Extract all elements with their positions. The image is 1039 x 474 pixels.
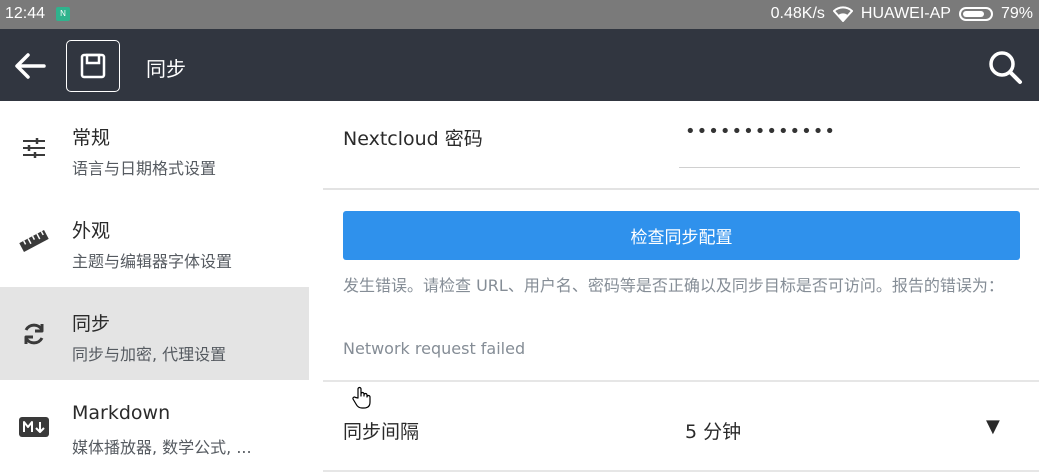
nextcloud-password-field[interactable]: •••••••••••••: [685, 121, 836, 142]
check-sync-config-button[interactable]: 检查同步配置: [343, 211, 1020, 260]
sync-interval-label: 同步间隔: [343, 421, 420, 443]
sync-settings-panel: Nextcloud 密码 ••••••••••••• 检查同步配置 发生错误。请…: [323, 101, 1039, 474]
markdown-icon: [18, 413, 50, 441]
error-message: 发生错误。请检查 URL、用户名、密码等是否正确以及同步目标是否可访问。报告的错…: [343, 276, 1004, 295]
nextcloud-password-row: Nextcloud 密码 •••••••••••••: [323, 101, 1039, 190]
ruler-icon: [18, 227, 50, 255]
sidebar-item-appearance[interactable]: 外观 主题与编辑器字体设置: [0, 194, 309, 287]
nextcloud-password-label: Nextcloud 密码: [343, 128, 483, 150]
sidebar-item-desc: 媒体播放器, 数学公式, ...: [72, 438, 252, 457]
sync-interval-row[interactable]: 同步间隔 5 分钟 ▼: [323, 382, 1039, 472]
sidebar-item-label: 常规: [72, 127, 111, 149]
sidebar-item-label: 外观: [72, 220, 111, 242]
sidebar-item-label: Markdown: [72, 402, 171, 424]
arrow-left-icon[interactable]: [12, 49, 48, 83]
search-icon[interactable]: [986, 49, 1024, 85]
wifi-icon: [832, 6, 853, 22]
status-bar: 12:44 N 0.48K/s HUAWEI-AP 79%: [0, 0, 1039, 29]
floppy-disk-icon: [80, 53, 106, 79]
page-title: 同步: [146, 57, 186, 81]
sidebar-item-desc: 同步与加密, 代理设置: [72, 345, 227, 364]
sidebar-item-desc: 语言与日期格式设置: [72, 159, 217, 178]
sync-interval-select[interactable]: 5 分钟: [685, 417, 741, 444]
divider: [323, 470, 1039, 472]
notification-icon: N: [56, 7, 70, 21]
toolbar: 同步: [0, 29, 1039, 101]
sidebar-item-label: 同步: [72, 313, 111, 335]
sync-icon: [18, 320, 50, 348]
sliders-icon: [18, 134, 50, 162]
sidebar-item-markdown[interactable]: Markdown 媒体播放器, 数学公式, ...: [0, 380, 309, 473]
battery-percent: 79%: [1000, 5, 1033, 22]
battery-icon: [958, 7, 993, 21]
settings-sidebar: 常规 语言与日期格式设置 外观 主题与编辑器字体设置 同步 同步与加密, 代理设…: [0, 101, 309, 474]
sidebar-item-sync[interactable]: 同步 同步与加密, 代理设置: [0, 287, 309, 380]
network-name: HUAWEI-AP: [860, 5, 951, 22]
input-underline: [679, 167, 1020, 168]
sidebar-item-general[interactable]: 常规 语言与日期格式设置: [0, 101, 309, 194]
sidebar-item-desc: 主题与编辑器字体设置: [72, 252, 233, 271]
hand-cursor-icon: [352, 386, 371, 409]
clock: 12:44: [5, 5, 46, 22]
dropdown-arrow-icon[interactable]: ▼: [986, 416, 1000, 437]
error-detail: Network request failed: [343, 339, 526, 358]
network-speed: 0.48K/s: [770, 5, 825, 22]
save-button[interactable]: [66, 40, 120, 92]
